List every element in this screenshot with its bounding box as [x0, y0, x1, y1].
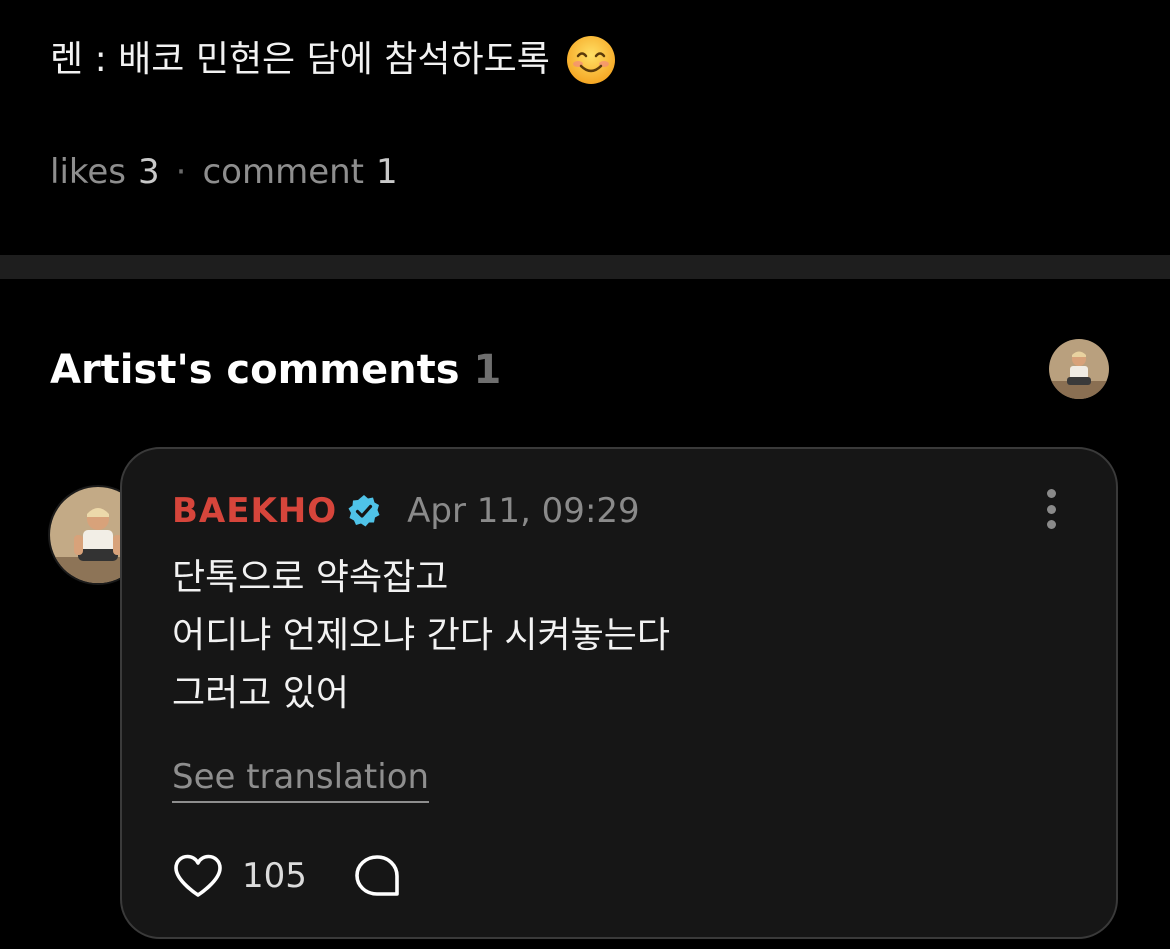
menu-dot: [1046, 489, 1056, 498]
more-options-icon[interactable]: [1044, 489, 1058, 529]
artist-comment-card: BAEKHO Apr 11, 09:29 단톡으로 약속잡고 어디냐 언제오냐 …: [120, 447, 1118, 939]
menu-dot: [1046, 520, 1056, 529]
comment-author[interactable]: BAEKHO: [172, 487, 337, 535]
comment-label[interactable]: comment: [202, 148, 364, 196]
post-body: 렌 : 배코 민현은 담에 참석하도록: [50, 39, 550, 80]
comment-line: 어디냐 언제오냐 간다 시켜놓는다: [172, 615, 671, 656]
likes-label[interactable]: likes: [50, 148, 126, 196]
reply-bubble-icon[interactable]: [353, 853, 401, 899]
smiling-face-icon: [566, 35, 616, 85]
comment-actions: 105: [172, 853, 401, 899]
artist-avatar[interactable]: [1049, 339, 1109, 399]
section-divider: [0, 255, 1170, 279]
comment-timestamp: Apr 11, 09:29: [407, 491, 640, 531]
post-text: 렌 : 배코 민현은 담에 참석하도록: [50, 30, 616, 90]
page: 렌 : 배코 민현은 담에 참석하도록 likes 3 · comment 1 …: [0, 0, 1170, 949]
menu-dot: [1046, 504, 1056, 514]
artist-comments-title: Artist's comments: [50, 347, 460, 393]
artist-comments-heading: Artist's comments 1: [50, 340, 501, 400]
verified-badge-icon: [348, 495, 380, 527]
comment-line: 단톡으로 약속잡고: [172, 557, 449, 598]
comment-line: 그러고 있어: [172, 673, 350, 714]
likes-count: 3: [138, 152, 160, 192]
comment-count: 1: [376, 152, 398, 192]
post-stats: likes 3 · comment 1: [50, 148, 398, 196]
stats-separator: ·: [175, 152, 187, 192]
like-count: 105: [242, 856, 307, 896]
heart-icon[interactable]: [172, 853, 224, 899]
see-translation-link[interactable]: See translation: [172, 755, 430, 803]
comment-body: 단톡으로 약속잡고 어디냐 언제오냐 간다 시켜놓는다 그러고 있어: [172, 549, 670, 723]
artist-comments-count: 1: [473, 347, 502, 393]
comment-header: BAEKHO Apr 11, 09:29: [172, 487, 640, 535]
